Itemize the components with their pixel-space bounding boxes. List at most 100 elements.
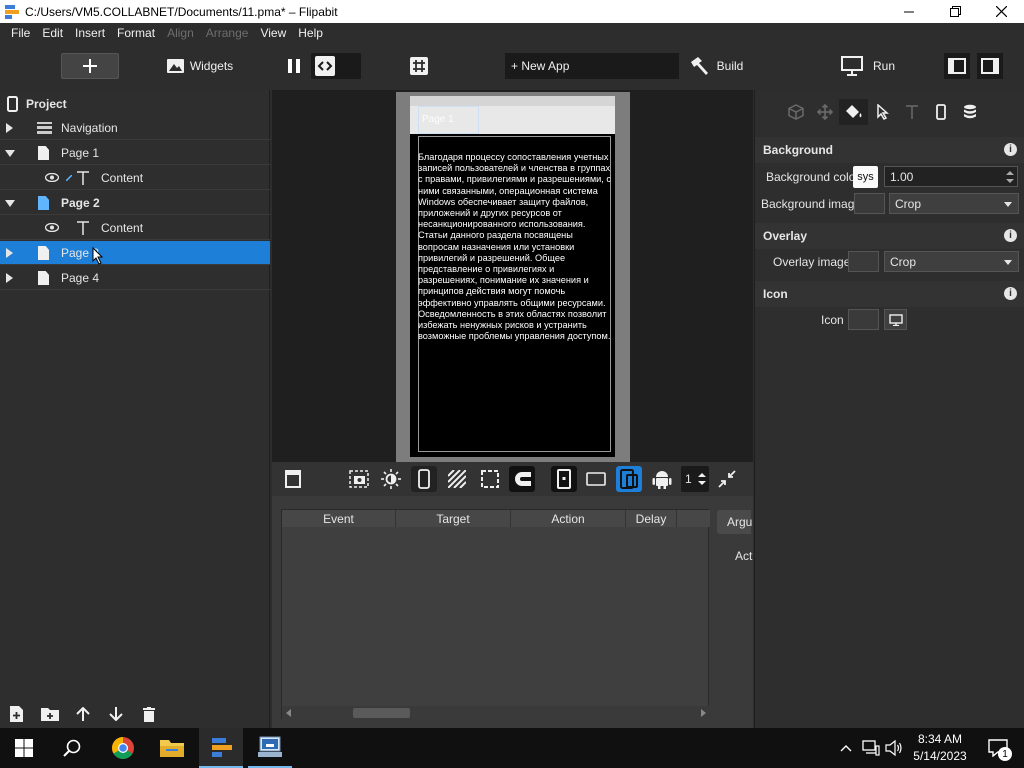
expand-arrow-icon[interactable] <box>6 248 13 258</box>
collapse-view-button[interactable] <box>714 466 740 492</box>
scroll-left-icon[interactable] <box>285 709 293 717</box>
menu-arrange[interactable]: Arrange <box>200 26 255 40</box>
volume-control[interactable] <box>883 728 905 768</box>
android-button[interactable] <box>649 466 675 492</box>
tree-item-page-3[interactable]: Page 3 <box>0 241 270 265</box>
eye-icon[interactable] <box>45 223 59 232</box>
network-status[interactable] <box>860 728 882 768</box>
tab-position[interactable] <box>810 99 839 125</box>
overlay-image-swatch[interactable] <box>848 251 879 272</box>
tree-item-page-2-content[interactable]: Content <box>0 216 270 240</box>
horizontal-scrollbar[interactable] <box>282 706 710 720</box>
portrait-button[interactable] <box>551 466 577 492</box>
column-action[interactable]: Action <box>511 510 626 527</box>
move-down-button[interactable] <box>99 700 132 728</box>
tab-data[interactable] <box>955 99 984 125</box>
minimize-button[interactable] <box>886 0 932 23</box>
snap-button[interactable] <box>509 466 535 492</box>
menu-view[interactable]: View <box>254 26 292 40</box>
expand-arrow-icon[interactable] <box>6 273 13 283</box>
spin-arrows-icon[interactable] <box>1006 170 1014 184</box>
tree-item-page-2[interactable]: Page 2 <box>0 191 270 215</box>
add-button[interactable] <box>61 53 119 79</box>
background-opacity-spinbox[interactable]: 1.00 <box>884 166 1018 187</box>
toggle-left-panel-button[interactable] <box>944 53 970 79</box>
tab-interaction[interactable] <box>868 99 897 125</box>
scroll-right-icon[interactable] <box>699 709 707 717</box>
taskbar-remote-app[interactable] <box>248 728 292 768</box>
taskbar-chrome[interactable] <box>101 728 145 768</box>
info-icon[interactable]: i <box>1004 229 1017 242</box>
tree-item-page-1[interactable]: Page 1 <box>0 141 270 165</box>
grid-button[interactable] <box>405 53 433 79</box>
widgets-button[interactable]: Widgets <box>166 53 234 79</box>
icon-swatch[interactable] <box>848 309 879 330</box>
taskbar-file-explorer[interactable] <box>150 728 194 768</box>
landscape-button[interactable] <box>583 466 609 492</box>
eye-icon[interactable] <box>45 173 59 182</box>
move-up-button[interactable] <box>66 700 99 728</box>
brightness-button[interactable] <box>378 466 404 492</box>
icon-preview-button[interactable] <box>884 309 907 330</box>
search-button[interactable] <box>52 728 92 768</box>
collapse-arrow-icon[interactable] <box>5 200 15 207</box>
maximize-button[interactable] <box>932 0 978 23</box>
expand-arrow-icon[interactable] <box>6 123 13 133</box>
phone-outline-icon <box>418 469 430 489</box>
collapse-arrow-icon[interactable] <box>5 150 15 157</box>
page-frame-button[interactable] <box>280 466 306 492</box>
column-delay[interactable]: Delay <box>626 510 677 527</box>
system-color-button[interactable]: sys <box>853 166 878 188</box>
close-button[interactable] <box>978 0 1024 23</box>
selection-bounds-button[interactable] <box>477 466 503 492</box>
tab-fill[interactable] <box>839 99 868 125</box>
tree-item-navigation[interactable]: Navigation <box>0 116 270 140</box>
menu-format[interactable]: Format <box>111 26 161 40</box>
device-frame-button[interactable] <box>411 466 437 492</box>
info-icon[interactable]: i <box>1004 143 1017 156</box>
run-button[interactable]: Run <box>840 53 896 79</box>
code-toggle[interactable] <box>311 53 361 79</box>
pause-button[interactable] <box>282 53 306 79</box>
clock[interactable]: 8:34 AM 5/14/2023 <box>906 728 974 768</box>
menu-help[interactable]: Help <box>292 26 329 40</box>
events-table[interactable]: Event Target Action Delay <box>281 509 710 720</box>
zoom-spinbox[interactable]: 1 <box>681 466 709 492</box>
background-image-swatch[interactable] <box>854 193 885 214</box>
overlay-image-mode-dropdown[interactable]: Crop <box>884 251 1019 272</box>
tab-text[interactable] <box>897 99 926 125</box>
tree-item-page-4[interactable]: Page 4 <box>0 266 270 290</box>
add-folder-button[interactable] <box>33 700 66 728</box>
menu-insert[interactable]: Insert <box>69 26 111 40</box>
delete-button[interactable] <box>132 700 165 728</box>
tablet-button[interactable] <box>616 466 642 492</box>
arguments-tab[interactable]: Argu <box>717 510 752 534</box>
background-section-header[interactable]: Background i <box>755 137 1024 163</box>
taskbar-flipabit[interactable] <box>199 728 243 768</box>
overlay-section-header[interactable]: Overlay i <box>755 223 1024 249</box>
toggle-right-panel-button[interactable] <box>977 53 1003 79</box>
build-button[interactable]: Build <box>688 53 744 79</box>
spin-arrows-icon[interactable] <box>698 472 706 486</box>
start-button[interactable] <box>4 728 44 768</box>
content-text[interactable]: Благодаря процессу сопоставления учетных… <box>418 152 616 342</box>
info-icon[interactable]: i <box>1004 287 1017 300</box>
add-page-button[interactable] <box>0 700 33 728</box>
column-event[interactable]: Event <box>282 510 396 527</box>
notifications-button[interactable]: 1 <box>978 728 1018 768</box>
screenshot-button[interactable] <box>346 466 372 492</box>
icon-section-header[interactable]: Icon i <box>755 281 1024 307</box>
menu-edit[interactable]: Edit <box>36 26 69 40</box>
phone-screen[interactable]: Page 1 Благодаря процессу сопоставления … <box>410 96 615 457</box>
tree-item-page-1-content[interactable]: Content <box>0 166 270 190</box>
new-app-button[interactable]: + New App <box>505 53 679 79</box>
pattern-button[interactable] <box>444 466 470 492</box>
tab-device[interactable] <box>926 99 955 125</box>
menu-align[interactable]: Align <box>161 26 200 40</box>
tab-3d[interactable] <box>781 99 810 125</box>
column-target[interactable]: Target <box>396 510 511 527</box>
background-image-mode-dropdown[interactable]: Crop <box>889 193 1019 214</box>
show-hidden-icons-button[interactable] <box>836 728 856 768</box>
scroll-thumb[interactable] <box>353 708 410 718</box>
menu-file[interactable]: File <box>5 26 36 40</box>
